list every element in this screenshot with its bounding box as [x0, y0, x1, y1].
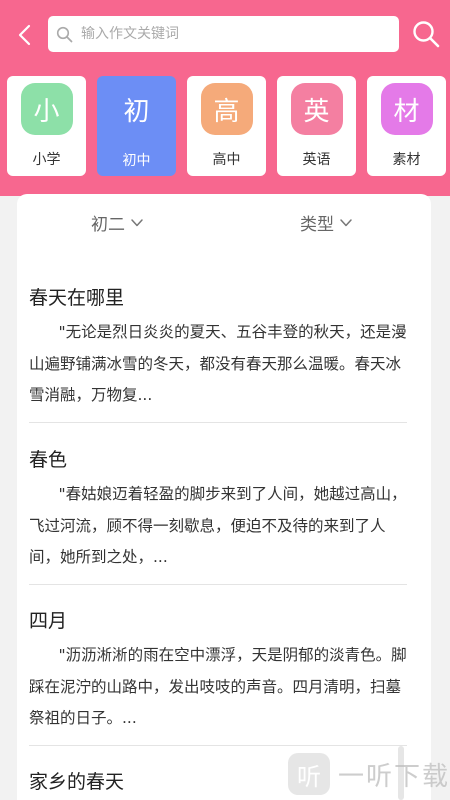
- category-badge: 小: [20, 83, 73, 135]
- search-icon: [56, 26, 73, 42]
- watermark-logo-icon: 听: [288, 753, 330, 795]
- grade-filter-dropdown[interactable]: 初二: [91, 210, 144, 235]
- search-box[interactable]: [48, 16, 399, 52]
- category-label: 初中: [122, 153, 151, 169]
- category-label: 小学: [32, 152, 61, 168]
- article-item[interactable]: 四月 "沥沥淅淅的雨在空中漂浮，天是阴郁的淡青色。脚踩在泥泞的山路中，发出吱吱的…: [29, 608, 407, 735]
- category-junior-high[interactable]: 初 初中: [97, 76, 176, 176]
- chevron-down-icon: [340, 218, 352, 226]
- article-excerpt: "沥沥淅淅的雨在空中漂浮，天是阴郁的淡青色。脚踩在泥泞的山路中，发出吱吱的声音。…: [29, 646, 407, 727]
- article-item[interactable]: 春天在哪里 "无论是烈日炎炎的夏天、五谷丰登的秋天，还是漫山遍野铺满冰雪的冬天，…: [29, 285, 407, 412]
- search-icon: [413, 21, 440, 48]
- category-label: 高中: [212, 152, 241, 168]
- divider: [29, 422, 407, 423]
- article-excerpt: "春姑娘迈着轻盈的脚步来到了人间，她越过高山，飞过河流，顾不得一刻歇息，便迫不及…: [29, 485, 407, 566]
- category-senior-high[interactable]: 高 高中: [187, 76, 266, 176]
- category-material[interactable]: 材 素材: [367, 76, 446, 176]
- chevron-left-icon: [18, 24, 31, 46]
- watermark-text: 一听下载: [338, 761, 450, 792]
- article-title: 四月: [29, 610, 68, 632]
- chevron-down-icon: [131, 218, 143, 226]
- search-button[interactable]: [408, 16, 444, 52]
- article-title: 春色: [29, 449, 68, 471]
- type-filter-dropdown[interactable]: 类型: [300, 210, 353, 235]
- category-label: 素材: [392, 152, 421, 168]
- article-title: 春天在哪里: [29, 287, 125, 309]
- divider: [29, 745, 407, 746]
- grade-filter-label: 初二: [91, 215, 125, 235]
- back-button[interactable]: [10, 20, 40, 50]
- category-english[interactable]: 英 英语: [277, 76, 356, 176]
- article-excerpt: "无论是烈日炎炎的夏天、五谷丰登的秋天，还是漫山遍野铺满冰雪的冬天，都没有春天那…: [29, 323, 407, 404]
- category-badge: 初: [109, 82, 164, 136]
- category-badge: 材: [380, 83, 433, 135]
- category-primary-school[interactable]: 小 小学: [7, 76, 86, 176]
- category-badge: 英: [290, 83, 343, 135]
- search-input[interactable]: [81, 26, 381, 42]
- category-bar: 小 小学 初 初中 高 高中 英 英语 材 素材: [7, 76, 450, 176]
- filter-bar: 初二 类型: [17, 194, 431, 250]
- type-filter-label: 类型: [300, 215, 334, 235]
- category-badge: 高: [200, 83, 253, 135]
- article-item[interactable]: 春色 "春姑娘迈着轻盈的脚步来到了人间，她越过高山，飞过河流，顾不得一刻歇息，便…: [29, 447, 407, 574]
- watermark: 听 一听下载: [288, 752, 450, 796]
- article-list-card: 初二 类型 春天在哪里 "无论是烈日炎炎的夏天、五谷丰登的秋天，还是漫山遍野铺满…: [17, 194, 431, 800]
- category-label: 英语: [302, 152, 331, 168]
- divider: [29, 584, 407, 585]
